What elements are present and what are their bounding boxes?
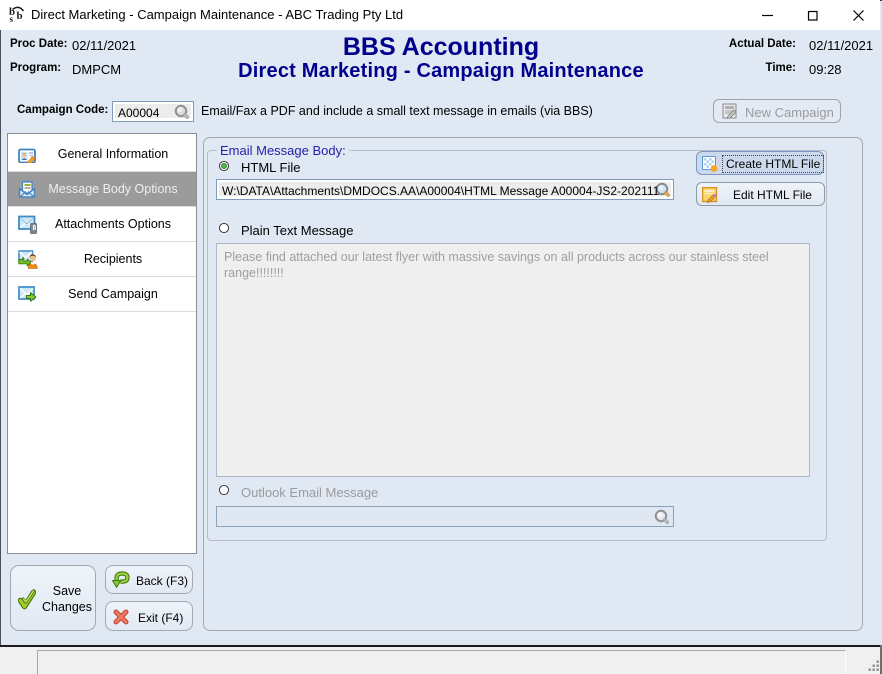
svg-text:b: b (17, 10, 23, 22)
svg-text:s: s (10, 14, 14, 23)
